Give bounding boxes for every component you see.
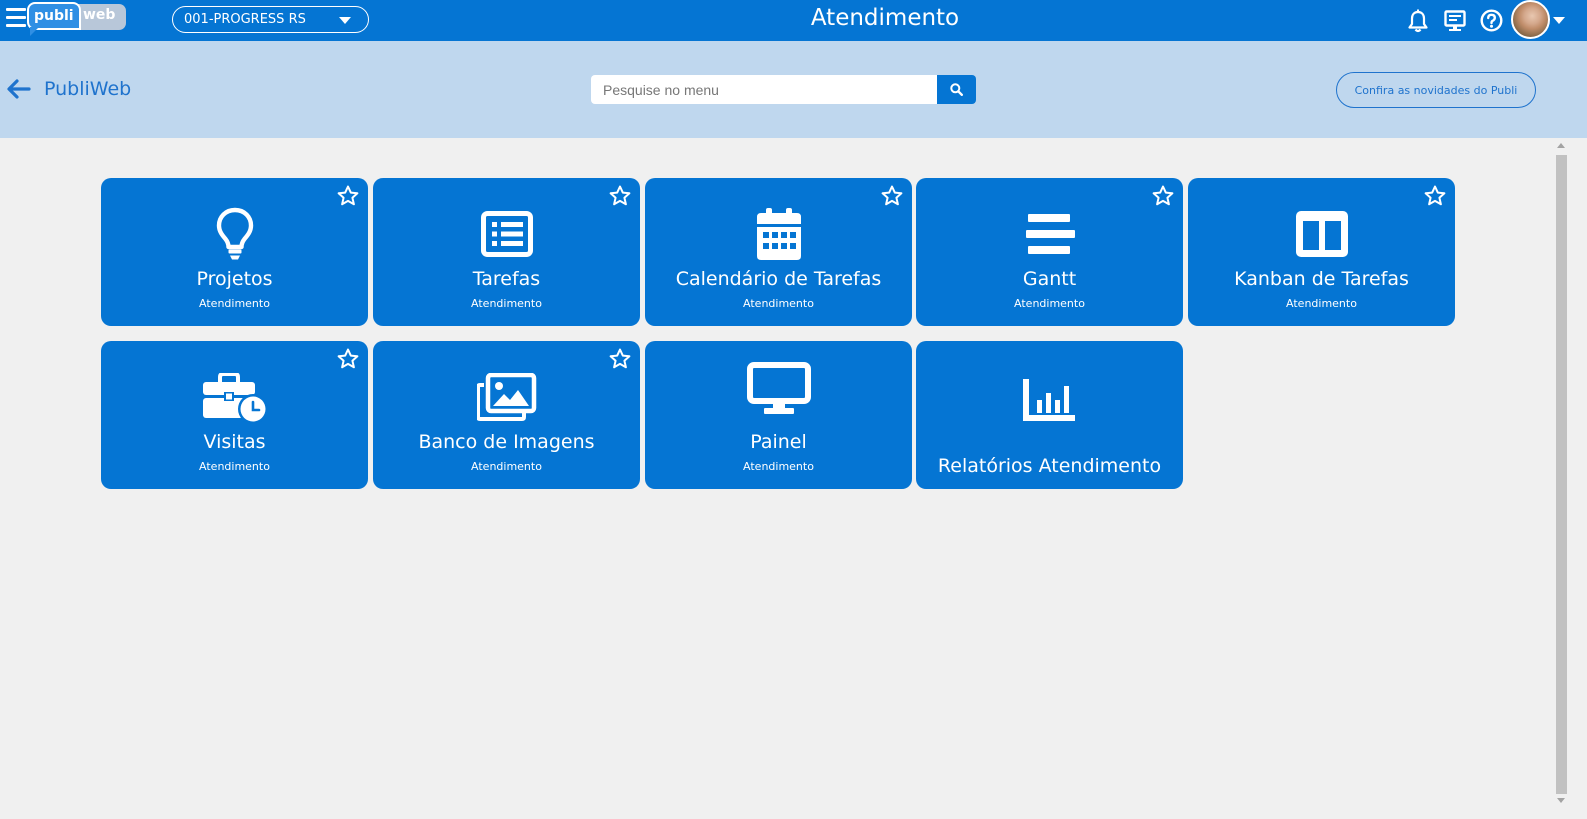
question-circle-icon[interactable] [1480, 9, 1503, 32]
scroll-down-arrow[interactable] [1557, 798, 1565, 803]
tile-subtitle: Atendimento [471, 297, 542, 310]
star-outline-icon[interactable] [609, 348, 631, 369]
search-input[interactable] [591, 75, 937, 104]
columns-icon [1295, 211, 1348, 257]
tile-tarefas[interactable]: Tarefas Atendimento [373, 178, 640, 326]
presentation-icon[interactable] [1444, 10, 1466, 32]
tile-title: Tarefas [472, 268, 541, 290]
gantt-icon [1025, 214, 1075, 254]
tile-subtitle: Atendimento [743, 297, 814, 310]
arrow-left-icon[interactable] [7, 79, 31, 99]
tile-title: Painel [750, 431, 807, 453]
scrollbar[interactable] [1555, 138, 1568, 808]
star-outline-icon[interactable] [1424, 185, 1446, 206]
sub-header: PubliWeb Confira as novidades do Publi [0, 41, 1587, 138]
top-bar: web publi 001-PROGRESS RS Atendimento [0, 0, 1587, 41]
tile-title: Calendário de Tarefas [675, 268, 882, 290]
tile-subtitle: Atendimento [743, 460, 814, 473]
tile-gantt[interactable]: Gantt Atendimento [916, 178, 1183, 326]
scroll-up-arrow[interactable] [1557, 143, 1565, 148]
tile-projetos[interactable]: Projetos Atendimento [101, 178, 368, 326]
images-icon [476, 373, 536, 421]
tile-title: Kanban de Tarefas [1234, 268, 1409, 290]
tile-subtitle: Atendimento [199, 460, 270, 473]
tile-calendario-de-tarefas[interactable]: Calendário de Tarefas Atendimento [645, 178, 912, 326]
star-outline-icon[interactable] [337, 348, 359, 369]
tile-painel[interactable]: Painel Atendimento [645, 341, 912, 489]
tile-visitas[interactable]: Visitas Atendimento [101, 341, 368, 489]
bar-chart-icon [1022, 379, 1075, 421]
page-title: Atendimento [810, 5, 960, 31]
desktop-icon [746, 362, 811, 414]
tile-subtitle: Atendimento [199, 297, 270, 310]
tile-banco-de-imagens[interactable]: Banco de Imagens Atendimento [373, 341, 640, 489]
list-alt-icon [480, 211, 533, 257]
briefcase-clock-icon [202, 373, 268, 424]
tile-subtitle: Atendimento [471, 460, 542, 473]
star-outline-icon[interactable] [609, 185, 631, 206]
star-outline-icon[interactable] [337, 185, 359, 206]
breadcrumb[interactable]: PubliWeb [44, 78, 131, 100]
logo-publi-text: publi [27, 2, 81, 30]
bell-icon[interactable] [1407, 9, 1429, 33]
tile-title: Banco de Imagens [418, 431, 595, 453]
lightbulb-icon [216, 207, 253, 260]
news-button[interactable]: Confira as novidades do Publi [1336, 72, 1536, 108]
tile-relatorios-atendimento[interactable]: Relatórios Atendimento [916, 341, 1183, 489]
chevron-down-icon[interactable] [1553, 17, 1565, 24]
tile-kanban-de-tarefas[interactable]: Kanban de Tarefas Atendimento [1188, 178, 1455, 326]
star-outline-icon[interactable] [881, 185, 903, 206]
tile-title: Projetos [196, 268, 273, 290]
search-button[interactable] [937, 75, 976, 104]
menu-search [591, 75, 976, 104]
tile-title: Relatórios Atendimento [937, 455, 1162, 477]
calendar-icon [756, 208, 801, 260]
tile-subtitle: Atendimento [1286, 297, 1357, 310]
tile-title: Gantt [1022, 268, 1077, 290]
tile-title: Visitas [203, 431, 266, 453]
user-avatar[interactable] [1511, 0, 1550, 39]
search-icon [950, 83, 963, 96]
scroll-thumb[interactable] [1556, 155, 1567, 794]
tile-subtitle: Atendimento [1014, 297, 1085, 310]
star-outline-icon[interactable] [1152, 185, 1174, 206]
